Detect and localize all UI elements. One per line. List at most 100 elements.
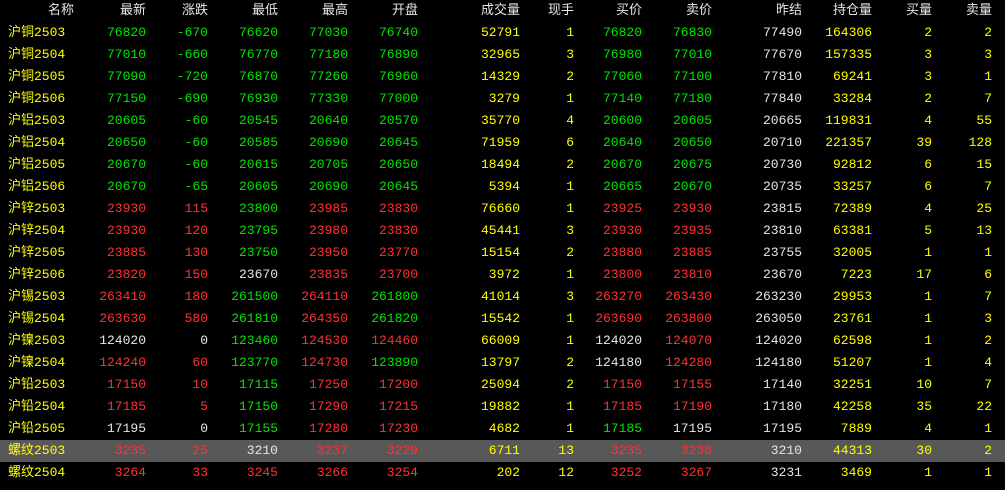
table-row[interactable]: 沪铜2504 77010 -660 76770 77180 76890 32965 3 7698… — [0, 44, 1005, 66]
header-open[interactable]: 开盘 — [352, 0, 418, 22]
cell-open: 20645 — [378, 179, 418, 194]
cell-open-interest: 32251 — [832, 377, 872, 392]
header-ask-vol[interactable]: 卖量 — [940, 0, 992, 22]
cell-ask: 23935 — [672, 223, 712, 238]
cell-low: 23670 — [238, 267, 278, 282]
header-latest[interactable]: 最新 — [86, 0, 146, 22]
header-current[interactable]: 现手 — [528, 0, 574, 22]
cell-ask-vol: 1 — [984, 69, 992, 84]
cell-low: 261500 — [231, 289, 278, 304]
cell-change: -60 — [184, 157, 208, 172]
cell-ask-vol: 55 — [976, 113, 992, 128]
header-low[interactable]: 最低 — [212, 0, 278, 22]
cell-change: 5 — [200, 399, 208, 414]
table-row[interactable]: 沪锌2504 23930 120 23795 23980 23830 45441 3 23930… — [0, 220, 1005, 242]
table-row[interactable]: 沪锌2503 23930 115 23800 23985 23830 76660 1 23925… — [0, 198, 1005, 220]
table-row[interactable]: 沪铜2505 77090 -720 76870 77260 76960 14329 2 7706… — [0, 66, 1005, 88]
cell-name: 沪铜2503 — [8, 25, 66, 40]
table-row[interactable]: 沪铜2506 77150 -690 76930 77330 77000 3279 1 77140… — [0, 88, 1005, 110]
cell-bid-vol: 1 — [924, 245, 932, 260]
table-row[interactable]: 沪镍2504 124240 60 123770 124730 123890 13797 2 12… — [0, 352, 1005, 374]
cell-open-interest: 62598 — [832, 333, 872, 348]
header-open-interest[interactable]: 持仓量 — [806, 0, 872, 22]
cell-bid: 76980 — [602, 47, 642, 62]
quote-table: 名称 最新 涨跌 最低 最高 开盘 成交量 现手 买价 卖价 昨结 持仓量 买量… — [0, 0, 1005, 490]
cell-low: 23800 — [238, 201, 278, 216]
cell-open: 77000 — [378, 91, 418, 106]
header-high[interactable]: 最高 — [284, 0, 348, 22]
header-volume[interactable]: 成交量 — [452, 0, 520, 22]
cell-bid: 20665 — [602, 179, 642, 194]
table-row[interactable]: 沪锌2506 23820 150 23670 23835 23700 3972 1 23800 2… — [0, 264, 1005, 286]
cell-open: 3254 — [386, 465, 418, 480]
cell-open-interest: 23761 — [832, 311, 872, 326]
cell-open: 17215 — [378, 399, 418, 414]
cell-name: 螺纹2503 — [8, 443, 66, 458]
cell-change: 10 — [192, 377, 208, 392]
cell-current: 1 — [566, 311, 574, 326]
table-row[interactable]: 沪锡2503 263410 180 261500 264110 261800 41014 3 2… — [0, 286, 1005, 308]
cell-ask: 20650 — [672, 135, 712, 150]
cell-prev-settle: 23755 — [762, 245, 802, 260]
cell-latest: 76820 — [106, 25, 146, 40]
table-row[interactable]: 沪铝2505 20670 -60 20615 20705 20650 18494 2 20670… — [0, 154, 1005, 176]
cell-volume: 32965 — [480, 47, 520, 62]
table-row[interactable]: 沪镍2503 124020 0 123460 124530 124460 66009 1 124… — [0, 330, 1005, 352]
cell-bid-vol: 1 — [924, 465, 932, 480]
table-row[interactable]: 螺纹2504 3264 33 3245 3266 3254 202 12 3252 3267 323… — [0, 462, 1005, 484]
cell-name: 沪铅2504 — [8, 399, 66, 414]
cell-volume: 13797 — [480, 355, 520, 370]
table-row[interactable]: 沪铅2503 17150 10 17115 17250 17200 25094 2 17150 1… — [0, 374, 1005, 396]
cell-bid: 124180 — [595, 355, 642, 370]
cell-volume: 45441 — [480, 223, 520, 238]
cell-high: 124530 — [301, 333, 348, 348]
header-change[interactable]: 涨跌 — [150, 0, 208, 22]
cell-open-interest: 29953 — [832, 289, 872, 304]
cell-high: 17280 — [308, 421, 348, 436]
cell-open-interest: 32005 — [832, 245, 872, 260]
cell-bid: 23925 — [602, 201, 642, 216]
cell-change: 150 — [184, 267, 208, 282]
cell-ask: 3238 — [680, 443, 712, 458]
cell-high: 23980 — [308, 223, 348, 238]
cell-open-interest: 7223 — [840, 267, 872, 282]
cell-prev-settle: 23810 — [762, 223, 802, 238]
header-bid-vol[interactable]: 买量 — [880, 0, 932, 22]
table-row[interactable]: 沪铝2504 20650 -60 20585 20690 20645 71959 6 20640… — [0, 132, 1005, 154]
cell-ask-vol: 7 — [984, 91, 992, 106]
cell-change: -65 — [184, 179, 208, 194]
cell-bid-vol: 2 — [924, 91, 932, 106]
cell-ask-vol: 2 — [984, 333, 992, 348]
header-bid[interactable]: 买价 — [578, 0, 642, 22]
header-name[interactable]: 名称 — [8, 0, 74, 22]
table-row[interactable]: 沪锡2504 263630 580 261810 264350 261820 15542 1 2… — [0, 308, 1005, 330]
cell-bid-vol: 2 — [924, 25, 932, 40]
cell-ask: 17155 — [672, 377, 712, 392]
cell-name: 沪镍2503 — [8, 333, 66, 348]
cell-prev-settle: 17180 — [762, 399, 802, 414]
table-row[interactable]: 沪铅2505 17195 0 17155 17280 17230 4682 1 17185 171… — [0, 418, 1005, 440]
cell-prev-settle: 17140 — [762, 377, 802, 392]
header-ask[interactable]: 卖价 — [646, 0, 712, 22]
cell-volume: 76660 — [480, 201, 520, 216]
cell-volume: 3972 — [488, 267, 520, 282]
cell-change: -690 — [176, 91, 208, 106]
cell-prev-settle: 3210 — [770, 443, 802, 458]
cell-latest: 3235 — [114, 443, 146, 458]
table-row[interactable]: 沪锌2505 23885 130 23750 23950 23770 15154 2 23880… — [0, 242, 1005, 264]
cell-volume: 19882 — [480, 399, 520, 414]
table-row[interactable]: 沪铝2506 20670 -65 20605 20690 20645 5394 1 20665 2… — [0, 176, 1005, 198]
table-row[interactable]: 沪铝2503 20605 -60 20545 20640 20570 35770 4 20600… — [0, 110, 1005, 132]
cell-change: -60 — [184, 135, 208, 150]
cell-open: 23700 — [378, 267, 418, 282]
cell-current: 12 — [558, 465, 574, 480]
table-row[interactable]: 沪铅2504 17185 5 17150 17290 17215 19882 1 17185 17… — [0, 396, 1005, 418]
cell-name: 沪锌2503 — [8, 201, 66, 216]
header-prev-settle[interactable]: 昨结 — [738, 0, 802, 22]
cell-open-interest: 69241 — [832, 69, 872, 84]
table-row[interactable]: 沪铜2503 76820 -670 76620 77030 76740 52791 1 7682… — [0, 22, 1005, 44]
cell-ask-vol: 7 — [984, 377, 992, 392]
table-row[interactable]: 螺纹2503 3235 25 3210 3237 3229 6711 13 3235 3238 32… — [0, 440, 1005, 462]
cell-name: 沪锌2506 — [8, 267, 66, 282]
cell-latest: 124020 — [99, 333, 146, 348]
